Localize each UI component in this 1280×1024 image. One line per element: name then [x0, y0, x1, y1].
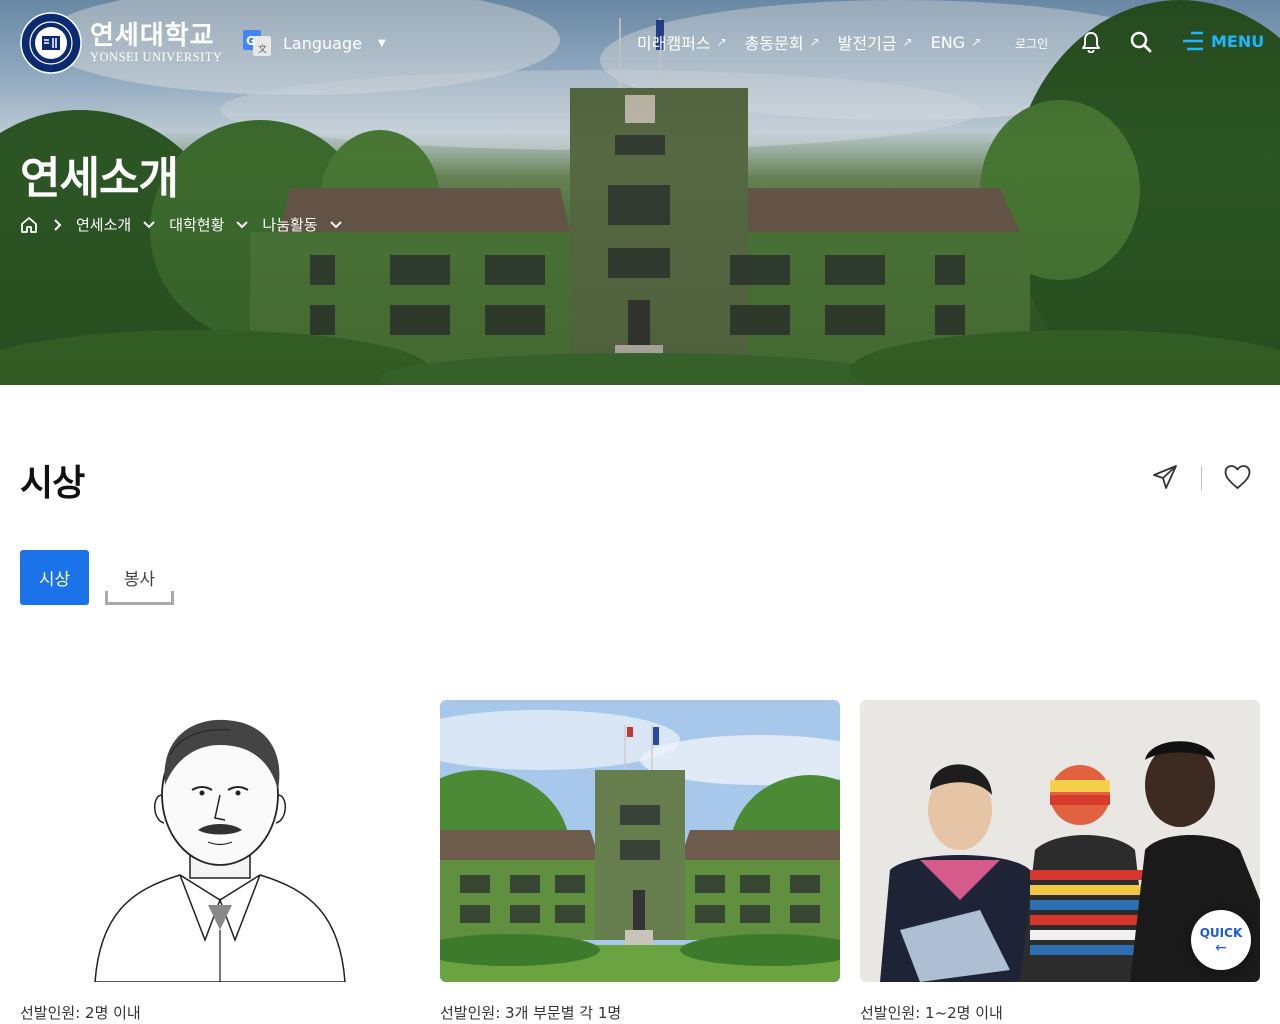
- bell-icon[interactable]: [1080, 31, 1102, 53]
- hamburger-icon: [1183, 31, 1203, 51]
- chevron-down-icon: [236, 220, 249, 228]
- chevron-down-icon: [329, 220, 342, 228]
- menu-label: MENU: [1211, 31, 1265, 51]
- logo-korean-name: 연세대학교: [90, 20, 215, 51]
- divider: [1201, 466, 1202, 490]
- nav-link-label: ENG: [930, 32, 966, 52]
- site-header: 연세대학교 YONSEI UNIVERSITY G 文 Language ▼ 미…: [0, 0, 1280, 86]
- external-arrow-icon: ↗: [971, 35, 982, 49]
- external-arrow-icon: ↗: [716, 35, 727, 49]
- heart-icon[interactable]: [1224, 464, 1251, 490]
- nav-link-future-campus[interactable]: 미래캠퍼스 ↗: [637, 30, 727, 54]
- language-label: Language: [283, 33, 362, 53]
- quick-menu-button[interactable]: QUICK ←: [1191, 910, 1251, 970]
- section-title: 시상: [20, 463, 85, 504]
- card-caption: 선발인원: 3개 부문별 각 1명: [440, 1004, 622, 1022]
- breadcrumb-item-status[interactable]: 대학현황: [169, 214, 249, 235]
- breadcrumb-label: 나눔활동: [262, 216, 318, 234]
- arrow-left-icon: ←: [1215, 940, 1227, 956]
- breadcrumb-item-sharing[interactable]: 나눔활동: [262, 214, 342, 235]
- nav-link-development-fund[interactable]: 발전기금 ↗: [838, 30, 913, 54]
- tab-volunteer[interactable]: 봉사: [105, 550, 174, 605]
- svg-text:文: 文: [258, 43, 267, 55]
- campus-building-thumbnail: [440, 700, 840, 982]
- page-title: 연세소개: [20, 153, 179, 204]
- nav-link-alumni[interactable]: 총동문회 ↗: [745, 30, 820, 54]
- tab-underline: [105, 591, 174, 605]
- chevron-right-icon: [54, 218, 62, 231]
- breadcrumb-label: 대학현황: [169, 216, 225, 234]
- award-card[interactable]: 선발인원: 2명 이내: [20, 700, 420, 1023]
- chevron-down-icon: [143, 220, 155, 228]
- top-navigation: 미래캠퍼스 ↗ 총동문회 ↗ 발전기금 ↗ ENG ↗: [637, 30, 981, 54]
- nav-link-label: 미래캠퍼스: [637, 34, 711, 53]
- nav-link-english[interactable]: ENG ↗: [931, 30, 982, 54]
- svg-text:G: G: [246, 34, 256, 48]
- external-arrow-icon: ↗: [902, 35, 913, 49]
- portrait-illustration: [20, 700, 420, 982]
- tab-label: 봉사: [123, 570, 156, 590]
- card-caption: 선발인원: 1~2명 이내: [860, 1004, 1003, 1022]
- breadcrumb-item-intro[interactable]: 연세소개: [76, 214, 155, 235]
- breadcrumb: 연세소개 대학현황 나눔활동: [20, 214, 342, 235]
- caret-down-icon: ▼: [377, 37, 386, 49]
- home-icon[interactable]: [20, 216, 38, 234]
- award-card[interactable]: 선발인원: 1~2명 이내: [860, 700, 1260, 1023]
- tab-award[interactable]: 시상: [20, 550, 89, 605]
- breadcrumb-label: 연세소개: [76, 216, 132, 234]
- menu-button[interactable]: MENU: [1181, 31, 1264, 51]
- logo-english-name: YONSEI UNIVERSITY: [90, 49, 223, 64]
- share-icon[interactable]: [1152, 464, 1178, 490]
- award-card[interactable]: 선발인원: 3개 부문별 각 1명: [440, 700, 840, 1023]
- university-logo[interactable]: 연세대학교 YONSEI UNIVERSITY: [20, 12, 222, 74]
- university-seal-icon: [20, 12, 82, 74]
- google-translate-icon: G 文: [243, 30, 271, 56]
- language-selector[interactable]: G 文 Language ▼: [243, 30, 386, 56]
- nav-link-label: 총동문회: [744, 34, 804, 53]
- nav-link-label: 발전기금: [837, 34, 897, 53]
- search-icon[interactable]: [1130, 31, 1152, 53]
- quick-label: QUICK: [1199, 926, 1243, 940]
- login-link[interactable]: 로그인: [1015, 35, 1048, 52]
- card-caption: 선발인원: 2명 이내: [20, 1004, 141, 1022]
- external-arrow-icon: ↗: [809, 35, 820, 49]
